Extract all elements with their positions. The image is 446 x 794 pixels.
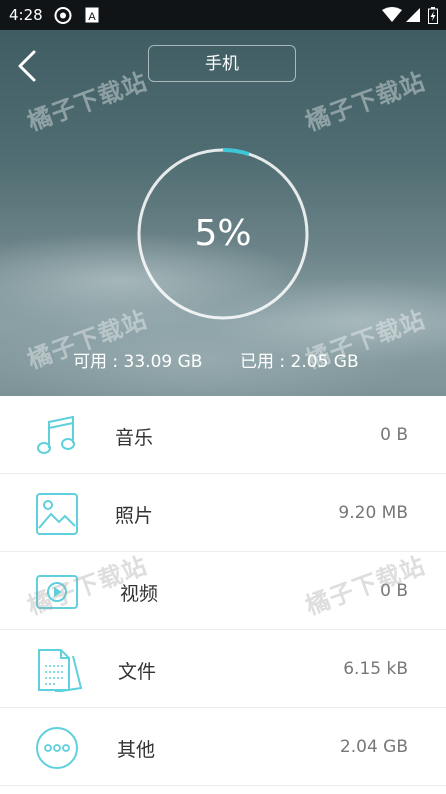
svg-text:A: A [88,11,96,23]
category-label: 视频 [120,583,159,605]
available-storage: 可用 : 33.09 GB [73,352,203,372]
category-row-music[interactable]: 音乐 0 B [0,396,446,474]
category-label: 文件 [118,661,157,683]
notification-icon [54,7,72,28]
status-bar: 4:28 A [0,0,446,30]
usage-percent: 5% [194,213,252,254]
category-row-other[interactable]: 其他 2.04 GB [0,708,446,786]
music-icon [35,414,79,458]
category-label: 照片 [115,505,154,527]
category-row-video[interactable]: 视频 0 B [0,552,446,630]
more-icon [35,726,79,770]
category-size: 0 B [380,581,408,601]
category-row-files[interactable]: 文件 6.15 kB [0,630,446,708]
watermark: 橘子下载站 [301,67,429,137]
wifi-icon [382,7,402,27]
document-icon [35,648,83,693]
category-size: 0 B [380,425,408,445]
photo-icon [35,492,79,536]
font-icon: A [85,7,99,27]
category-label: 其他 [117,739,156,761]
signal-icon [406,7,420,27]
category-label: 音乐 [115,427,154,449]
category-size: 2.04 GB [339,737,408,757]
device-title-tab[interactable]: 手机 [148,45,296,82]
used-storage: 已用 : 2.05 GB [240,352,359,372]
video-icon [35,570,79,614]
status-time: 4:28 [9,6,43,24]
category-size: 6.15 kB [343,659,408,679]
back-button[interactable] [14,48,44,84]
battery-icon [428,7,438,28]
category-row-photos[interactable]: 照片 9.20 MB [0,474,446,552]
category-size: 9.20 MB [338,503,408,523]
storage-header: 手机 橘子下载站 橘子下载站 橘子下载站 橘子下载站 5% 可用 : 33.09… [0,30,446,396]
chevron-left-icon [18,50,36,82]
